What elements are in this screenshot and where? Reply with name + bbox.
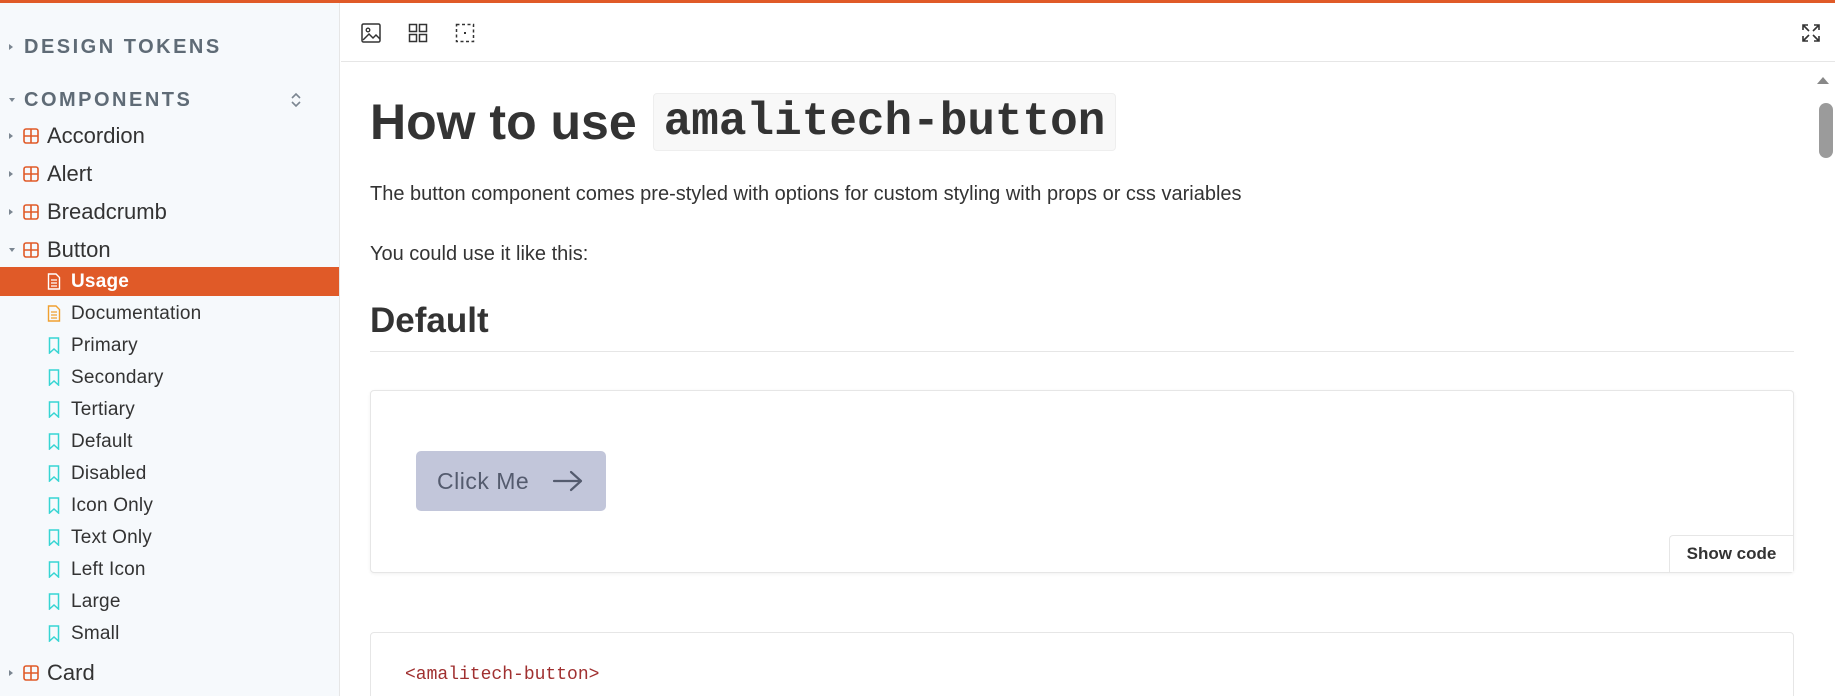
section-components[interactable]: COMPONENTS (0, 85, 339, 115)
sidebar-item-label: Card (47, 660, 95, 685)
intro-paragraph: The button component comes pre-styled wi… (370, 183, 1242, 205)
docs-content: How to use amalitech-button The button c… (341, 63, 1811, 696)
sidebar-item-text-only[interactable]: Text Only (0, 523, 339, 552)
bookmark-icon (48, 433, 60, 450)
bookmark-icon (48, 337, 60, 354)
main-panel: How to use amalitech-button The button c… (341, 3, 1835, 696)
section-label: COMPONENTS (24, 88, 193, 111)
caret-right-icon (9, 670, 13, 676)
caret-right-icon (9, 133, 13, 139)
bookmark-icon (48, 465, 60, 482)
sidebar-item-primary[interactable]: Primary (0, 331, 339, 360)
sidebar-item-card[interactable]: Card (0, 657, 339, 689)
page-title: How to use amalitech-button (370, 93, 1117, 151)
component-preview: Click Me Show code (370, 390, 1794, 573)
sidebar-item-label: Icon Only (71, 494, 154, 516)
sidebar-item-breadcrumb[interactable]: Breadcrumb (0, 196, 339, 228)
section-heading: Default (370, 301, 489, 340)
show-code-button[interactable]: Show code (1669, 535, 1793, 572)
sidebar-item-alert[interactable]: Alert (0, 158, 339, 190)
demo-button-label: Click Me (437, 467, 530, 494)
fullscreen-icon[interactable] (1800, 22, 1822, 44)
sidebar-item-accordion[interactable]: Accordion (0, 120, 339, 152)
sidebar-item-label: Accordion (47, 123, 145, 148)
document-icon (47, 305, 61, 322)
title-prefix: How to use (370, 94, 637, 150)
caret-right-icon (9, 209, 13, 215)
heading-divider (370, 351, 1794, 352)
image-icon[interactable] (360, 22, 382, 44)
component-icon (23, 242, 39, 258)
toolbar (341, 3, 1835, 62)
sidebar-item-documentation[interactable]: Documentation (0, 299, 339, 328)
bookmark-icon (48, 593, 60, 610)
bookmark-icon (48, 401, 60, 418)
sidebar-item-label: Small (71, 622, 120, 644)
code-line: <amalitech-button> (405, 665, 600, 685)
arrow-right-icon (552, 470, 583, 492)
sidebar-item-label: Large (71, 590, 121, 612)
sidebar-item-label: Tertiary (71, 398, 135, 420)
sidebar-item-secondary[interactable]: Secondary (0, 363, 339, 392)
sidebar: DESIGN TOKENS COMPONENTS Accordion Alert (0, 3, 340, 696)
sidebar-item-label: Button (47, 237, 111, 262)
outline-icon[interactable] (454, 22, 476, 44)
caret-right-icon (9, 44, 13, 50)
sidebar-item-label: Disabled (71, 462, 147, 484)
bookmark-icon (48, 529, 60, 546)
sidebar-item-label: Secondary (71, 366, 164, 388)
sidebar-item-icon-only[interactable]: Icon Only (0, 491, 339, 520)
caret-down-icon (9, 248, 15, 252)
sidebar-item-default[interactable]: Default (0, 427, 339, 456)
scroll-up-icon[interactable] (1817, 77, 1829, 84)
sidebar-item-label: Usage (71, 270, 130, 292)
section-design-tokens[interactable]: DESIGN TOKENS (0, 32, 339, 62)
usage-paragraph: You could use it like this: (370, 243, 589, 265)
expand-collapse-icon[interactable] (289, 91, 303, 109)
grid-icon[interactable] (407, 22, 429, 44)
sidebar-item-tertiary[interactable]: Tertiary (0, 395, 339, 424)
component-icon (23, 665, 39, 681)
document-icon (47, 273, 61, 290)
sidebar-item-label: Alert (47, 161, 93, 186)
sidebar-item-label: Documentation (71, 302, 202, 324)
sidebar-item-label: Text Only (71, 526, 152, 548)
bookmark-icon (48, 561, 60, 578)
sidebar-item-label: Primary (71, 334, 138, 356)
sidebar-item-label: Default (71, 430, 133, 452)
code-block: <amalitech-button> (370, 632, 1794, 696)
sidebar-item-left-icon[interactable]: Left Icon (0, 555, 339, 584)
component-icon (23, 166, 39, 182)
sidebar-item-large[interactable]: Large (0, 587, 339, 616)
demo-click-me-button[interactable]: Click Me (416, 451, 606, 511)
sidebar-item-small[interactable]: Small (0, 619, 339, 648)
caret-down-icon (9, 98, 15, 102)
caret-right-icon (9, 171, 13, 177)
sidebar-item-button[interactable]: Button (0, 234, 339, 266)
scrollbar[interactable] (1811, 63, 1835, 696)
sidebar-item-label: Breadcrumb (47, 199, 167, 224)
sidebar-item-usage[interactable]: Usage (0, 267, 339, 296)
bookmark-icon (48, 497, 60, 514)
title-code: amalitech-button (652, 93, 1117, 151)
scroll-thumb[interactable] (1819, 103, 1833, 158)
component-icon (23, 204, 39, 220)
component-icon (23, 128, 39, 144)
bookmark-icon (48, 369, 60, 386)
sidebar-item-disabled[interactable]: Disabled (0, 459, 339, 488)
section-label: DESIGN TOKENS (24, 35, 222, 58)
bookmark-icon (48, 625, 60, 642)
sidebar-item-label: Left Icon (71, 558, 146, 580)
